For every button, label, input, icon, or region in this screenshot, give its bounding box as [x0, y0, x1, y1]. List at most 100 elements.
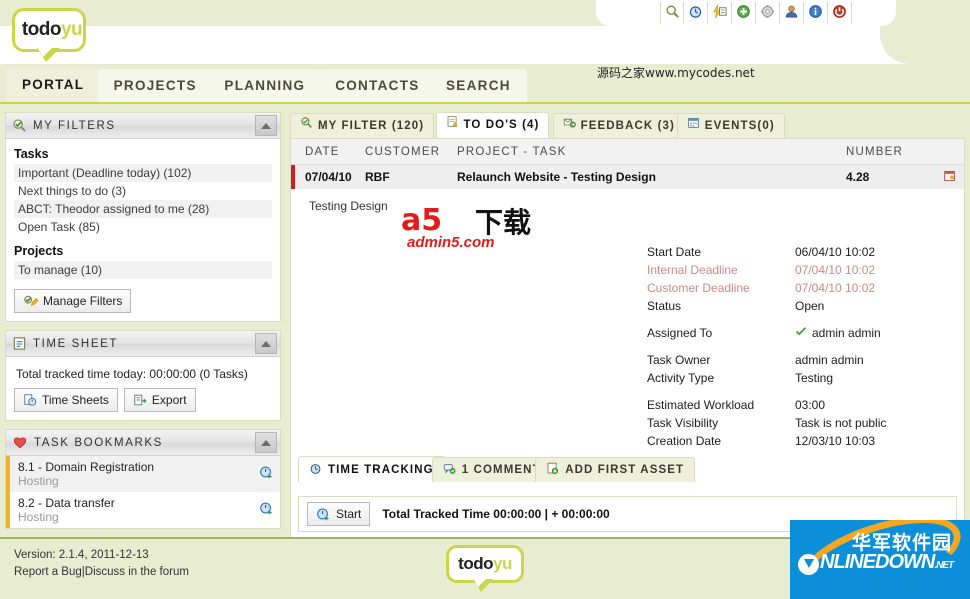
nav-tab-label: PLANNING	[224, 78, 306, 93]
column-header-customer: CUSTOMER	[365, 145, 441, 158]
content-tab-to-do-s--4-[interactable]: TO DO'S (4)	[435, 112, 550, 138]
report-bug-link[interactable]: Report a Bug	[14, 566, 82, 578]
toolbar-search-icon[interactable]	[660, 2, 684, 24]
filter-item[interactable]: ABCT: Theodor assigned to me (28)	[14, 200, 272, 218]
filter-item[interactable]: Important (Deadline today) (102)	[14, 164, 272, 182]
filter-item[interactable]: Open Task (85)	[14, 218, 272, 236]
detail-row: Start Date 06/04/10 10:02	[647, 243, 957, 261]
watermark-a5-sub: admin5.com	[407, 234, 495, 251]
bottom-tab-1-comment[interactable]: 1 COMMENT	[431, 457, 552, 482]
detail-row: Assigned To admin admin	[647, 324, 957, 342]
info-icon	[808, 4, 823, 22]
tracked-time-summary: Total Tracked Time 00:00:00 | + 00:00:00	[382, 507, 610, 521]
detail-value-text: 07/04/10 10:02	[795, 263, 876, 277]
collapse-toggle-my-filters[interactable]	[255, 115, 277, 136]
manage-filters-button[interactable]: Manage Filters	[14, 289, 132, 313]
start-clock-icon	[260, 466, 273, 479]
logo-main-text: todo	[21, 19, 62, 40]
row-project-task: Relaunch Website - Testing Design	[457, 170, 656, 184]
gear-icon	[760, 4, 775, 22]
task-details: Start Date 06/04/10 10:02 Internal Deadlin…	[647, 243, 957, 450]
bookmark-start-timer-button[interactable]	[259, 465, 274, 483]
bookmark-start-timer-button[interactable]	[259, 501, 274, 519]
panel-title: MY FILTERS	[33, 119, 116, 132]
collapse-toggle-task-bookmarks[interactable]	[255, 432, 277, 453]
panel-header-my-filters[interactable]: MY FILTERS	[6, 113, 280, 139]
toolbar-person-icon[interactable]	[780, 2, 804, 24]
toolbar-info-icon[interactable]	[804, 2, 828, 24]
detail-value-text: 07/04/10 10:02	[795, 281, 876, 295]
top-header: todoyu	[0, 0, 970, 64]
detail-label: Activity Type	[647, 371, 715, 385]
content-tab-feedback--3-[interactable]: FEEDBACK (3)	[552, 113, 685, 138]
clock-icon	[688, 4, 703, 22]
detail-value-text: Open	[795, 299, 825, 313]
add-icon	[736, 4, 751, 22]
panel-header-task-bookmarks[interactable]: TASK BOOKMARKS	[6, 430, 280, 456]
panel-header-time-sheet[interactable]: TIME SHEET	[6, 331, 280, 357]
main-content: MY FILTER (120) TO DO'S (4) FEEDBACK (3) EV…	[290, 112, 965, 545]
calendar-small-icon	[943, 170, 955, 181]
toolbar-power-icon[interactable]	[828, 2, 852, 24]
detail-label: Start Date	[647, 245, 702, 259]
detail-label: Estimated Workload	[647, 398, 755, 412]
bookmark-item[interactable]: 8.1 - Domain Registration Hosting	[6, 456, 280, 492]
chevron-up-icon	[261, 122, 271, 129]
filter-item[interactable]: Next things to do (3)	[14, 182, 272, 200]
detail-label: Task Owner	[647, 353, 711, 367]
logo-speech-tail-inner	[37, 47, 53, 57]
toolbar-add-icon[interactable]	[732, 2, 756, 24]
main-navigation: PORTAL PROJECTS PLANNING CONTACTS SEARCH	[0, 68, 970, 104]
content-tab-events-0-[interactable]: EVENTS(0)	[676, 113, 785, 138]
detail-value-text: Task is not public	[795, 416, 887, 430]
footer-logo[interactable]: todoyu	[446, 545, 524, 592]
bookmark-subtitle: Hosting	[18, 474, 59, 488]
panel-body-time-sheet: Total tracked time today: 00:00:00 (0 Ta…	[6, 357, 280, 420]
column-header-project-task: PROJECT - TASK	[457, 145, 567, 158]
logo[interactable]: todoyu	[12, 8, 89, 62]
row-customer: RBF	[365, 170, 390, 184]
person-icon	[784, 4, 799, 22]
check-icon	[795, 324, 807, 342]
nav-tab-planning[interactable]: PLANNING	[208, 69, 322, 102]
content-tab-my-filter--120-[interactable]: MY FILTER (120)	[290, 113, 435, 138]
detail-value-text: 03:00	[795, 398, 826, 412]
detail-label: Assigned To	[647, 326, 713, 340]
forum-link[interactable]: Discuss in the forum	[85, 566, 189, 578]
watermark-onlinedown-en: NLINEDOWN.NET	[820, 551, 954, 574]
toolbar-clock-icon[interactable]	[684, 2, 708, 24]
nav-tab-label: SEARCH	[446, 78, 511, 93]
row-number: 4.28	[846, 170, 870, 184]
nav-tab-contacts[interactable]: CONTACTS	[319, 69, 436, 102]
toolbar-gear-icon[interactable]	[756, 2, 780, 24]
table-row[interactable]: 07/04/10 RBF Relaunch Website - Testing …	[291, 165, 964, 189]
manage-filters-label: Manage Filters	[43, 294, 123, 308]
footer-logo-tail-inner	[473, 578, 487, 587]
start-tracking-button[interactable]: Start	[307, 502, 371, 526]
bottom-tab-add-first-asset[interactable]: ADD FIRST ASSET	[535, 457, 696, 482]
filter-item[interactable]: To manage (10)	[14, 261, 272, 279]
export-button[interactable]: Export	[123, 388, 196, 412]
nav-tab-projects[interactable]: PROJECTS	[97, 69, 213, 102]
subtask-title: Testing Design	[309, 199, 388, 213]
detail-spacer	[647, 387, 957, 396]
time-sheets-label: Time Sheets	[42, 393, 109, 407]
toolbar-quick-entry-icon[interactable]	[708, 2, 732, 24]
content-tab-label: TO DO'S (4)	[463, 119, 540, 131]
collapse-toggle-time-sheet[interactable]	[255, 333, 277, 354]
manage-filters-row: Manage Filters	[14, 289, 272, 313]
detail-label: Task Visibility	[647, 416, 719, 430]
bookmark-item[interactable]: 8.2 - Data transfer Hosting	[6, 492, 280, 528]
row-calendar-action[interactable]	[934, 169, 964, 185]
panel-body-my-filters: Tasks Important (Deadline today) (102) Nex…	[6, 139, 280, 321]
logo-text: todoyu	[15, 11, 89, 49]
content-tab-label: MY FILTER (120)	[318, 120, 425, 132]
time-sheets-button[interactable]: Time Sheets	[14, 388, 118, 412]
nav-tab-search[interactable]: SEARCH	[430, 69, 527, 102]
bottom-tab-time-tracking[interactable]: TIME TRACKING	[298, 456, 445, 482]
filter-group-title: Projects	[14, 244, 64, 258]
nav-tab-portal[interactable]: PORTAL	[6, 68, 101, 102]
start-clock-icon	[260, 502, 273, 515]
content-tab-label: FEEDBACK (3)	[580, 120, 675, 132]
header-toolbar	[660, 2, 852, 24]
